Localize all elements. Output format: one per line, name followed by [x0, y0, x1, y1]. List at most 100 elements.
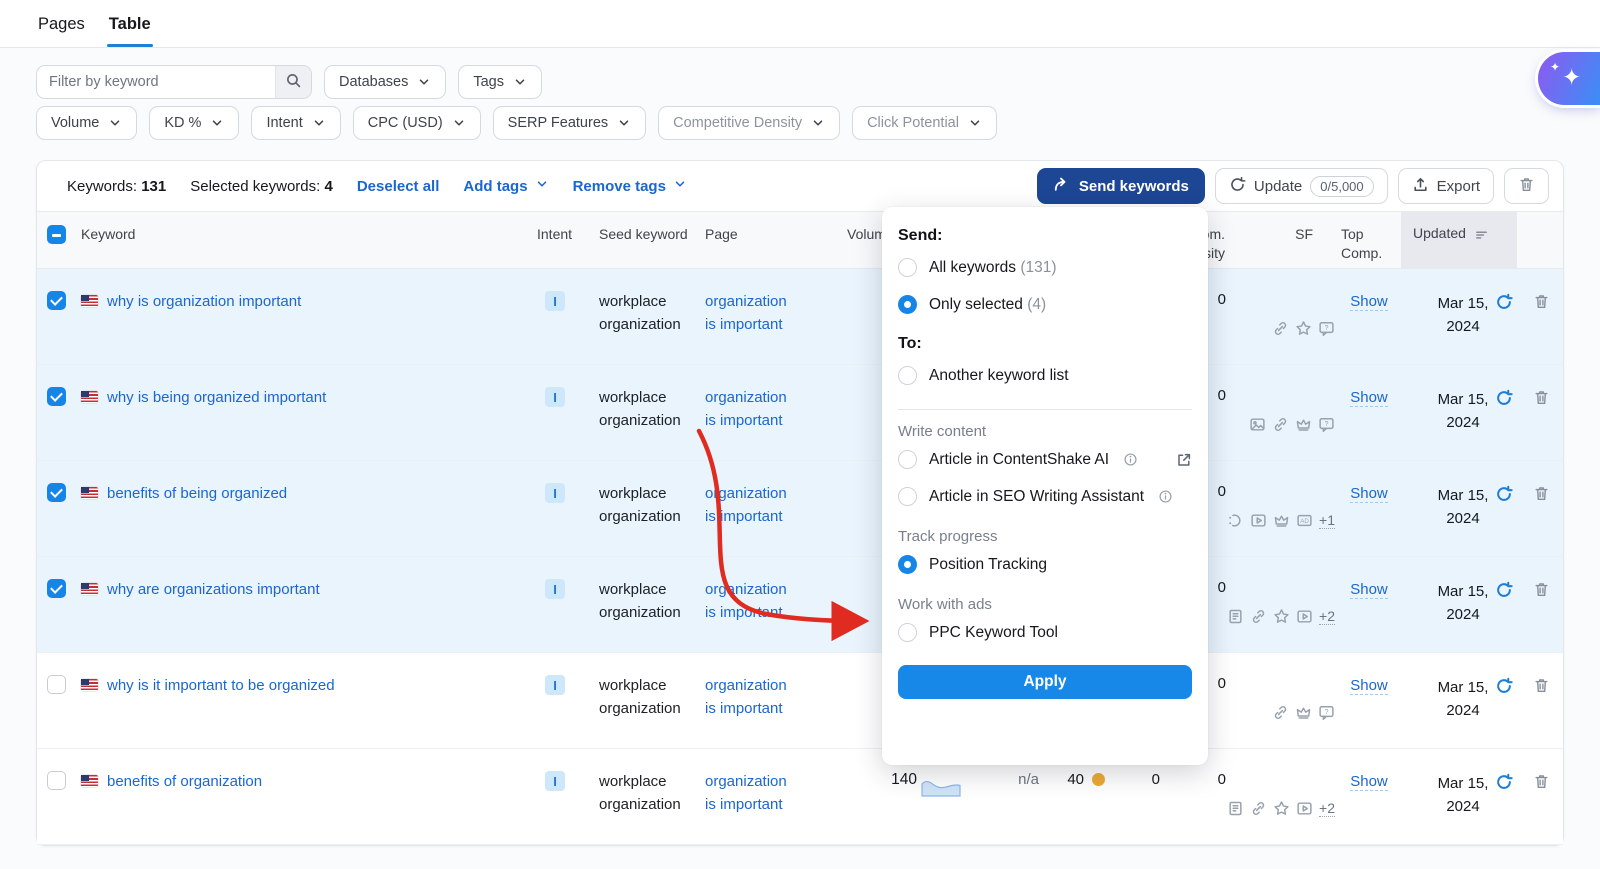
- page-link[interactable]: organization is important: [705, 581, 787, 621]
- radio-icon[interactable]: [898, 295, 917, 314]
- crown-icon: [1273, 512, 1290, 529]
- databases-filter[interactable]: Databases: [324, 65, 446, 99]
- page-link[interactable]: organization is important: [705, 677, 787, 717]
- option-another-keyword-list[interactable]: Another keyword list: [898, 357, 1192, 394]
- row-checkbox[interactable]: [47, 387, 66, 406]
- refresh-icon[interactable]: [1495, 581, 1513, 652]
- update-button[interactable]: Update0/5,000: [1215, 168, 1388, 204]
- refresh-icon[interactable]: [1495, 293, 1513, 364]
- volume-filter[interactable]: Volume: [36, 106, 137, 140]
- row-delete-icon[interactable]: [1533, 773, 1550, 844]
- delete-button[interactable]: [1504, 168, 1549, 204]
- kd-filter[interactable]: KD %: [149, 106, 239, 140]
- sf-more-link[interactable]: +1: [1319, 512, 1335, 529]
- row-checkbox[interactable]: [47, 579, 66, 598]
- col-top-comp[interactable]: Top Comp.: [1337, 212, 1401, 268]
- add-tags-dropdown[interactable]: Add tags: [463, 177, 548, 195]
- comment-icon: ?: [1318, 704, 1335, 721]
- option-all-keywords-label: All keywords (131): [929, 259, 1057, 277]
- send-keywords-button[interactable]: Send keywords: [1037, 168, 1205, 204]
- info-icon[interactable]: [1123, 452, 1138, 467]
- page-link[interactable]: organization is important: [705, 773, 787, 813]
- chevron-down-icon: [312, 116, 326, 130]
- keyword-filter-input[interactable]: [37, 66, 275, 98]
- col-page[interactable]: Page: [705, 212, 815, 268]
- radio-icon[interactable]: [898, 450, 917, 469]
- refresh-icon[interactable]: [1495, 677, 1513, 748]
- option-seo-writing-assistant[interactable]: Article in SEO Writing Assistant: [898, 478, 1192, 515]
- serp-features-cell: ?: [1233, 269, 1337, 364]
- table-row: why is it important to be organized I wo…: [37, 653, 1563, 749]
- keyword-link[interactable]: why is it important to be organized: [107, 677, 335, 694]
- add-tags-label: Add tags: [463, 178, 527, 195]
- row-delete-icon[interactable]: [1533, 485, 1550, 556]
- radio-icon[interactable]: [898, 258, 917, 277]
- page-link[interactable]: organization is important: [705, 293, 787, 333]
- export-button[interactable]: Export: [1398, 168, 1494, 204]
- col-intent[interactable]: Intent: [537, 212, 599, 268]
- radio-icon[interactable]: [898, 623, 917, 642]
- show-link[interactable]: Show: [1350, 485, 1388, 503]
- competitive-density-filter[interactable]: Competitive Density: [658, 106, 840, 140]
- info-icon[interactable]: [1158, 489, 1173, 504]
- table-row: why is being organized important I workp…: [37, 365, 1563, 461]
- apply-button[interactable]: Apply: [898, 665, 1192, 699]
- tab-pages[interactable]: Pages: [36, 15, 87, 47]
- page-link[interactable]: organization is important: [705, 389, 787, 429]
- col-seed-keyword[interactable]: Seed keyword: [599, 212, 705, 268]
- keyword-link[interactable]: why is organization important: [107, 293, 301, 310]
- tags-filter[interactable]: Tags: [458, 65, 542, 99]
- us-flag-icon: [81, 679, 98, 691]
- col-updated[interactable]: Updated: [1401, 212, 1517, 268]
- row-delete-icon[interactable]: [1533, 293, 1550, 364]
- option-ppc-keyword-tool[interactable]: PPC Keyword Tool: [898, 614, 1192, 651]
- table-row: benefits of being organized I workplace …: [37, 461, 1563, 557]
- ai-assistant-button[interactable]: ✦ ✦: [1538, 52, 1600, 105]
- refresh-icon[interactable]: [1495, 773, 1513, 844]
- option-contentshake[interactable]: Article in ContentShake AI: [898, 441, 1192, 478]
- show-link[interactable]: Show: [1350, 389, 1388, 407]
- option-contentshake-label: Article in ContentShake AI: [929, 451, 1109, 469]
- show-link[interactable]: Show: [1350, 581, 1388, 599]
- row-delete-icon[interactable]: [1533, 677, 1550, 748]
- sf-more-link[interactable]: +2: [1319, 800, 1335, 817]
- row-checkbox[interactable]: [47, 771, 66, 790]
- send-keywords-popup: Send: All keywords (131) Only selected (…: [882, 207, 1208, 765]
- row-delete-icon[interactable]: [1533, 581, 1550, 652]
- keyword-link[interactable]: why are organizations important: [107, 581, 320, 598]
- option-all-keywords[interactable]: All keywords (131): [898, 249, 1192, 286]
- click-potential-filter[interactable]: Click Potential: [852, 106, 997, 140]
- option-position-tracking[interactable]: Position Tracking: [898, 546, 1192, 583]
- row-delete-icon[interactable]: [1533, 389, 1550, 460]
- sf-more-link[interactable]: +2: [1319, 608, 1335, 625]
- row-checkbox[interactable]: [47, 675, 66, 694]
- serp-features-filter[interactable]: SERP Features: [493, 106, 646, 140]
- select-all-checkbox[interactable]: [47, 225, 66, 244]
- col-keyword[interactable]: Keyword: [81, 212, 537, 268]
- sort-icon[interactable]: [1474, 228, 1489, 268]
- refresh-icon[interactable]: [1495, 485, 1513, 556]
- tab-table[interactable]: Table: [107, 15, 153, 47]
- keyword-link[interactable]: benefits of organization: [107, 773, 262, 790]
- remove-tags-dropdown[interactable]: Remove tags: [573, 177, 687, 195]
- cpc-filter[interactable]: CPC (USD): [353, 106, 481, 140]
- row-checkbox[interactable]: [47, 291, 66, 310]
- refresh-icon[interactable]: [1495, 389, 1513, 460]
- search-button[interactable]: [275, 66, 311, 98]
- option-only-selected[interactable]: Only selected (4): [898, 286, 1192, 323]
- show-link[interactable]: Show: [1350, 773, 1388, 791]
- deselect-all-link[interactable]: Deselect all: [357, 178, 440, 195]
- show-link[interactable]: Show: [1350, 677, 1388, 695]
- row-checkbox[interactable]: [47, 483, 66, 502]
- radio-icon[interactable]: [898, 487, 917, 506]
- radio-icon[interactable]: [898, 366, 917, 385]
- page-link[interactable]: organization is important: [705, 485, 787, 525]
- intent-filter[interactable]: Intent: [251, 106, 340, 140]
- col-sf[interactable]: SF: [1233, 212, 1337, 268]
- external-link-icon[interactable]: [1176, 452, 1192, 468]
- radio-icon[interactable]: [898, 555, 917, 574]
- keyword-link[interactable]: why is being organized important: [107, 389, 326, 406]
- remove-tags-label: Remove tags: [573, 178, 666, 195]
- keyword-link[interactable]: benefits of being organized: [107, 485, 287, 502]
- show-link[interactable]: Show: [1350, 293, 1388, 311]
